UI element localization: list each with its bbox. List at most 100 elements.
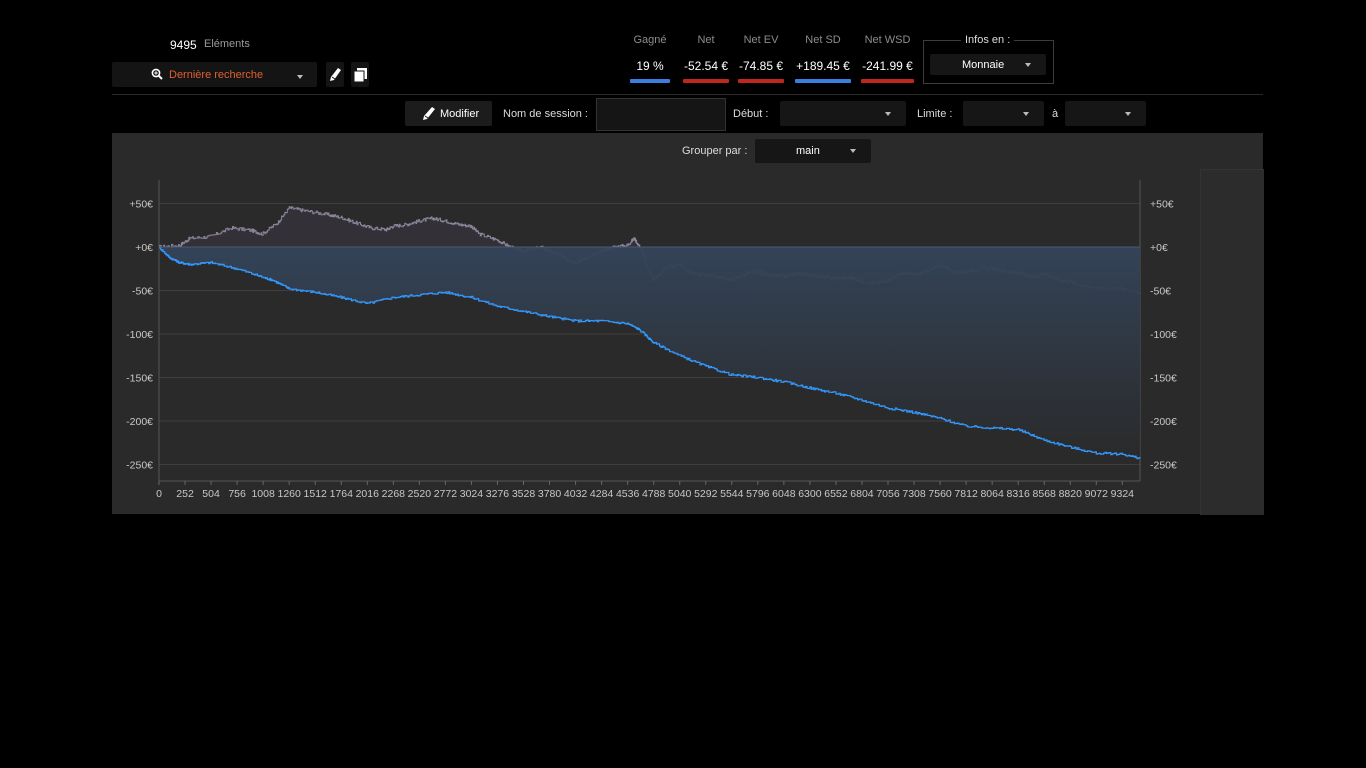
stat-value: 19 % (636, 59, 664, 73)
x-tick-label: 8316 (1007, 488, 1031, 500)
x-tick-label: 756 (228, 488, 246, 500)
x-tick-label: 5796 (746, 488, 770, 500)
x-tick-label: 1764 (330, 488, 354, 500)
copy-icon (353, 68, 367, 85)
stat-bar (738, 79, 784, 83)
session-name-label: Nom de session : (503, 108, 588, 120)
infos-legend: Infos en : (961, 34, 1015, 46)
chevron-down-icon (1025, 62, 1031, 67)
modify-button[interactable]: Modifier (405, 101, 492, 126)
start-label: Début : (733, 108, 769, 120)
elements-label: Eléments (204, 38, 250, 50)
limit-label: Limite : (917, 108, 953, 120)
x-tick-label: 5544 (720, 488, 744, 500)
x-tick-label: 2772 (434, 488, 458, 500)
y-tick-label-left: -200€ (126, 416, 153, 428)
results-chart: +50€ +50€ +0€ +0€ -50€ -50€ -100€ -100€ -150€ -15… (126, 180, 1177, 500)
stat-1: Net -52.54 € (679, 33, 733, 83)
limit-from-dropdown[interactable] (963, 101, 1044, 126)
x-tick-label: 7308 (902, 488, 926, 500)
x-tick-label: 0 (156, 488, 162, 500)
stat-0: Gagné 19 % (626, 33, 674, 83)
x-tick-label: 1008 (251, 488, 275, 500)
stat-label: Net (697, 34, 715, 46)
group-by-dropdown[interactable]: main (755, 139, 871, 163)
chevron-down-icon (885, 111, 891, 116)
x-tick-label: 4032 (564, 488, 588, 500)
edit-button[interactable] (326, 62, 344, 87)
last-search-dropdown[interactable]: Dernière recherche (112, 62, 317, 87)
x-tick-label: 7056 (876, 488, 900, 500)
stat-value: -74.85 € (738, 59, 784, 73)
limit-to-dropdown[interactable] (1065, 101, 1146, 126)
stat-label: Net SD (805, 34, 841, 46)
x-tick-label: 6804 (850, 488, 874, 500)
x-tick-label: 5292 (694, 488, 718, 500)
y-tick-label-right: +0€ (1150, 242, 1168, 254)
infos-unit-value: Monnaie (962, 59, 1005, 71)
x-tick-label: 6300 (798, 488, 822, 500)
modify-label: Modifier (440, 108, 480, 120)
y-tick-label-left: -100€ (126, 329, 153, 341)
copy-button[interactable] (351, 62, 369, 87)
stat-label: Net EV (743, 34, 779, 46)
session-name-input[interactable] (596, 98, 726, 131)
x-tick-label: 7812 (954, 488, 978, 500)
x-tick-label: 5040 (668, 488, 692, 500)
stat-bar (683, 79, 729, 83)
x-tick-label: 4788 (642, 488, 666, 500)
start-dropdown[interactable] (780, 101, 906, 126)
y-tick-label-right: -100€ (1150, 329, 1177, 341)
infos-unit-dropdown[interactable]: Monnaie (930, 54, 1046, 75)
x-tick-label: 3780 (538, 488, 562, 500)
x-tick-label: 3276 (486, 488, 510, 500)
x-tick-label: 9072 (1085, 488, 1109, 500)
stat-label: Net WSD (864, 34, 911, 46)
y-tick-label-left: +50€ (129, 199, 153, 211)
stat-bar (630, 79, 670, 83)
y-tick-label-right: -200€ (1150, 416, 1177, 428)
chevron-down-icon (1023, 111, 1029, 116)
stat-2: Net EV -74.85 € (734, 33, 788, 83)
x-tick-label: 3528 (512, 488, 536, 500)
stat-4: Net WSD -241.99 € (857, 33, 918, 83)
stat-bar (795, 79, 851, 83)
elements-count: 9495 (170, 38, 197, 52)
x-tick-label: 1512 (304, 488, 328, 500)
group-by-value: main (796, 145, 820, 157)
last-search-label: Dernière recherche (169, 69, 264, 81)
chevron-down-icon (296, 71, 304, 83)
x-tick-label: 9324 (1111, 488, 1135, 500)
x-tick-label: 252 (176, 488, 194, 500)
x-tick-label: 2268 (382, 488, 406, 500)
y-tick-label-right: -50€ (1150, 286, 1171, 298)
x-tick-label: 2016 (356, 488, 380, 500)
x-tick-label: 8064 (980, 488, 1004, 500)
stat-label: Gagné (633, 34, 667, 46)
y-tick-label-left: -50€ (132, 286, 153, 298)
x-tick-label: 7560 (928, 488, 952, 500)
y-tick-label-right: -250€ (1150, 460, 1177, 472)
series-area-fill (159, 246, 1140, 459)
search-zoom-icon (151, 68, 163, 83)
stat-3: Net SD +189.45 € (791, 33, 855, 83)
chevron-down-icon (850, 149, 856, 153)
pencil-icon (422, 106, 436, 124)
to-label: à (1052, 108, 1059, 120)
x-tick-label: 8820 (1059, 488, 1083, 500)
chevron-down-icon (1125, 111, 1131, 116)
side-panel (1200, 169, 1264, 515)
x-tick-label: 2520 (408, 488, 432, 500)
x-tick-label: 4536 (616, 488, 640, 500)
stat-value: -241.99 € (862, 59, 913, 73)
y-tick-label-left: -250€ (126, 460, 153, 472)
pencil-icon (329, 67, 342, 85)
x-tick-label: 6048 (772, 488, 796, 500)
stat-bar (861, 79, 914, 83)
divider (112, 94, 1263, 95)
x-tick-label: 1260 (278, 488, 302, 500)
x-tick-label: 3024 (460, 488, 484, 500)
group-by-label: Grouper par : (682, 145, 748, 157)
y-tick-label-right: +50€ (1150, 199, 1174, 211)
stat-value: +189.45 € (796, 59, 850, 73)
